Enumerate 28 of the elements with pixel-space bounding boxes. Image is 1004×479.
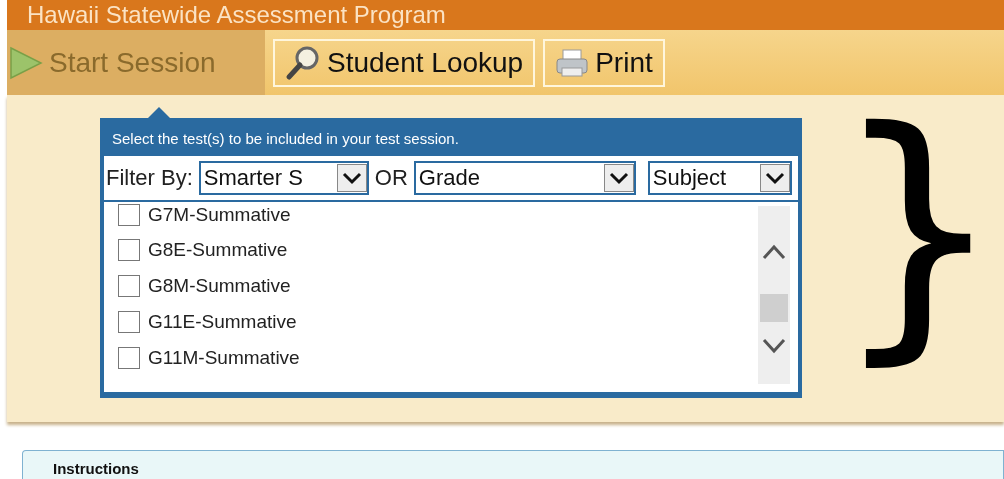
test-label: G7M-Summative: [148, 204, 291, 226]
scroll-down-icon[interactable]: [762, 338, 787, 354]
test-label: G8M-Summative: [148, 275, 291, 297]
scroll-thumb[interactable]: [760, 294, 789, 322]
checkbox[interactable]: [118, 311, 140, 333]
instructions-title: Instructions: [53, 460, 139, 477]
printer-icon: [555, 47, 590, 78]
checkbox[interactable]: [118, 275, 140, 297]
magnifier-icon: [285, 44, 321, 81]
app-title-bar: Hawaii Statewide Assessment Program: [7, 0, 1004, 30]
filter-dropdown[interactable]: Smarter S: [198, 161, 369, 195]
test-label: G8E-Summative: [148, 239, 288, 261]
or-label: OR: [374, 165, 408, 191]
toolbar-button[interactable]: Student Lookup: [273, 38, 536, 87]
checkbox[interactable]: [118, 239, 140, 261]
filter-dropdown[interactable]: Subject: [647, 161, 792, 195]
instruction-text: Select the test(s) to be included in your test session.: [111, 129, 460, 149]
toolbar-button[interactable]: Print: [543, 38, 665, 87]
scroll-up-icon[interactable]: [762, 244, 787, 260]
test-label: G11E-Summative: [148, 311, 297, 333]
brace-annotation: }: [832, 96, 1004, 366]
play-icon: [9, 45, 43, 80]
test-label: G11M-Summative: [148, 347, 300, 369]
scrollbar[interactable]: [758, 206, 791, 384]
filter-dropdown[interactable]: Grade: [413, 161, 636, 195]
filter-label: Filter By:: [106, 165, 193, 191]
checkbox[interactable]: [118, 347, 140, 369]
checkbox[interactable]: [118, 204, 140, 226]
